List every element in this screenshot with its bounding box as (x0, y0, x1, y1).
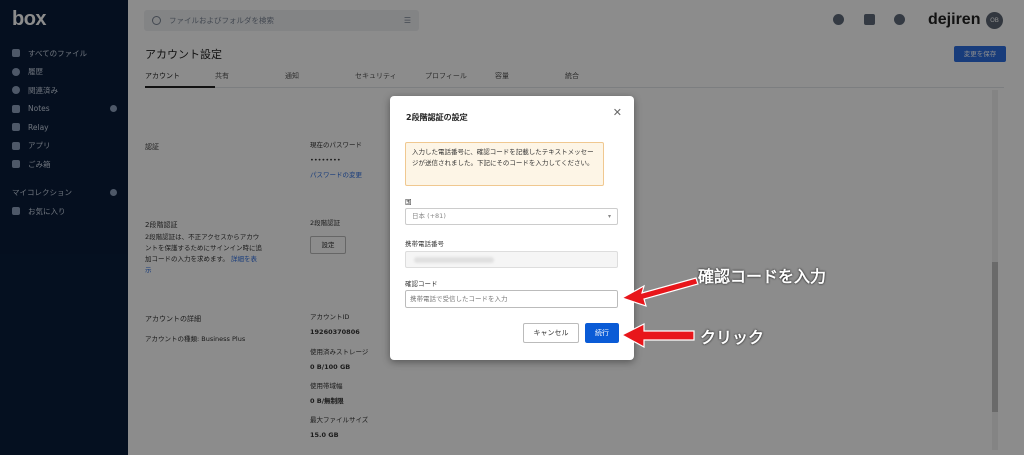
annotation-click: クリック (700, 328, 765, 347)
close-icon[interactable]: ✕ (613, 106, 622, 119)
continue-button[interactable]: 続行 (583, 321, 621, 345)
cancel-button[interactable]: キャンセル (523, 323, 579, 343)
country-value: 日本 (+81) (412, 212, 446, 220)
code-label: 確認コード (405, 280, 438, 288)
arrow-to-continue-button (620, 323, 695, 349)
phone-field (405, 251, 618, 268)
country-label: 国 (405, 198, 412, 206)
blurred-phone-number (414, 257, 494, 263)
phone-label: 携帯電話番号 (405, 240, 444, 248)
country-select[interactable]: 日本 (+81) ▾ (405, 208, 618, 225)
notice-box: 入力した電話番号に、確認コードを記載したテキストメッセージが送信されました。下記… (405, 142, 604, 186)
twofa-setup-dialog: 2段階認証の設定 ✕ 入力した電話番号に、確認コードを記載したテキストメッセージ… (390, 96, 634, 360)
dialog-title: 2段階認証の設定 (406, 113, 468, 122)
chevron-down-icon: ▾ (607, 213, 611, 220)
verification-code-input[interactable] (403, 288, 620, 310)
arrow-to-code-input (620, 277, 699, 307)
annotation-enter-code: 確認コードを入力 (698, 267, 827, 286)
